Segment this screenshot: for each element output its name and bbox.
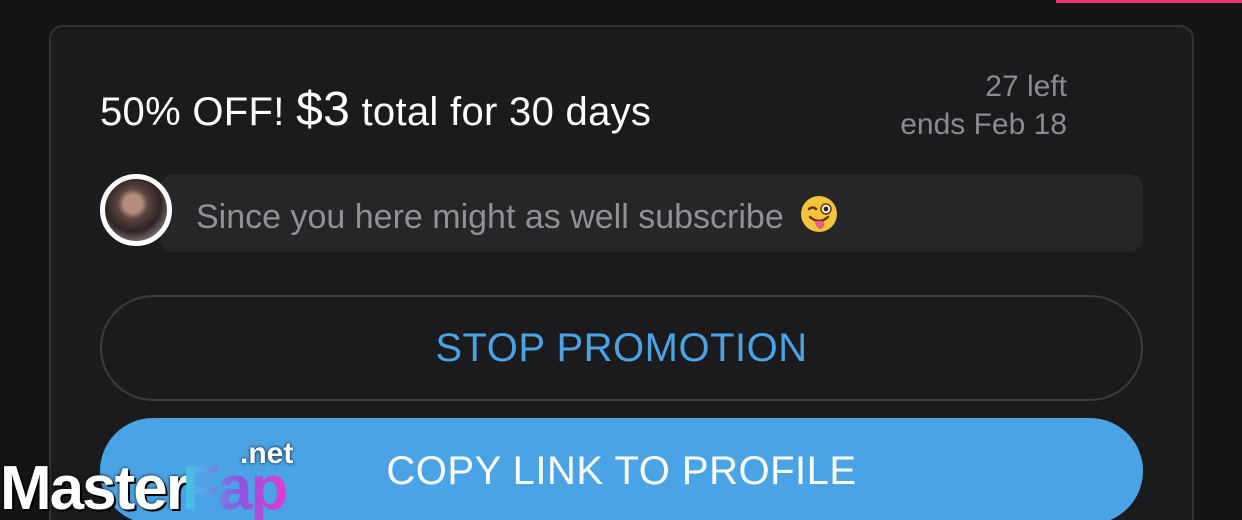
screen: 50% OFF! $3 total for 30 days 27 left en… [0, 0, 1242, 520]
stop-promotion-button[interactable]: STOP PROMOTION [100, 295, 1143, 401]
end-date: ends Feb 18 [900, 108, 1067, 141]
watermark-logo: Master Fap .net [0, 437, 310, 520]
watermark-part1: Master [0, 454, 190, 520]
promo-message-row: Since you here might as well subscribe [100, 174, 1143, 252]
promo-duration: total for 30 days [361, 90, 652, 134]
promo-meta: 27 left ends Feb 18 [900, 68, 1067, 144]
promo-price: $3 [296, 83, 351, 136]
watermark-suffix: .net [240, 437, 294, 470]
avatar[interactable] [100, 174, 172, 246]
promo-title: 50% OFF! $3 total for 30 days [100, 82, 651, 137]
promo-discount: 50% OFF! [100, 90, 285, 134]
remaining-count: 27 left [985, 70, 1067, 103]
winking-face-with-tongue-icon [801, 196, 838, 232]
promo-message: Since you here might as well subscribe [196, 194, 839, 237]
promo-message-text: Since you here might as well subscribe [196, 198, 784, 236]
top-accent-line [1056, 0, 1242, 3]
